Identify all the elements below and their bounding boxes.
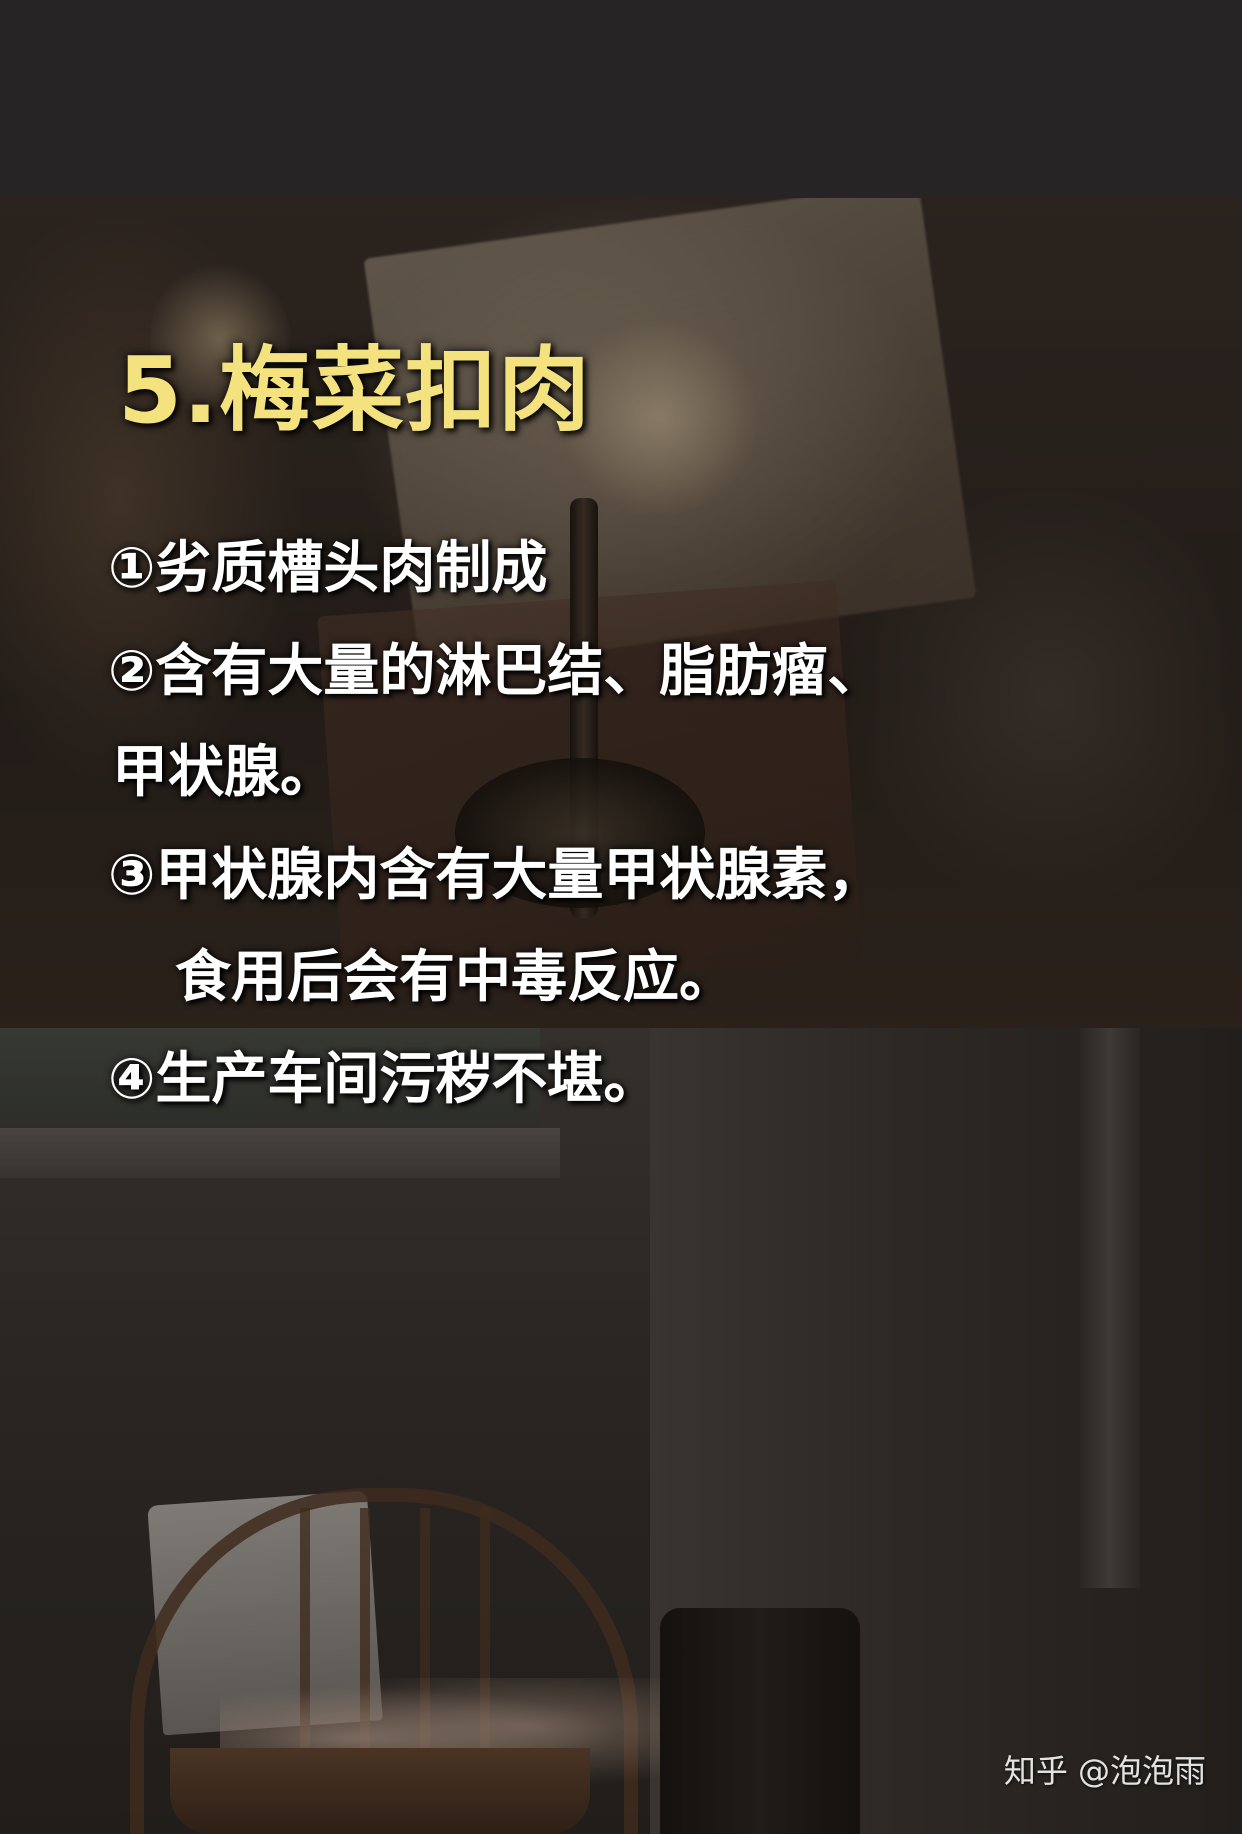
- point-1: ①劣质槽头肉制成: [108, 536, 548, 601]
- top-dark-band: [0, 0, 1242, 198]
- point-4: ④生产车间污秽不堪。: [108, 1047, 660, 1112]
- point-2: ②含有大量的淋巴结、脂肪瘤、: [108, 639, 884, 704]
- watermark: 知乎 @泡泡雨: [1003, 1752, 1206, 1790]
- point-2-continued: 甲状腺。: [112, 740, 336, 805]
- point-3-continued: 食用后会有中毒反应。: [175, 945, 735, 1010]
- point-3: ③甲状腺内含有大量甲状腺素，: [108, 843, 884, 908]
- page-title: 5.梅菜扣肉: [118, 337, 591, 444]
